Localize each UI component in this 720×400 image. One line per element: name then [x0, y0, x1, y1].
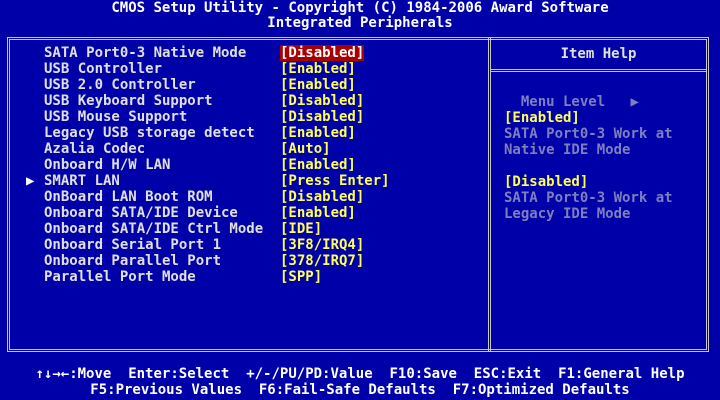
setting-value[interactable]: [Disabled]	[280, 93, 364, 109]
menu-level-line: Menu Level ▶	[504, 78, 639, 110]
setting-row-usb2-controller[interactable]: USB 2.0 Controller [Enabled]	[26, 77, 488, 93]
setting-label: USB Keyboard Support	[44, 93, 213, 109]
setting-value[interactable]: [Enabled]	[280, 125, 356, 141]
help-header-divider	[491, 69, 706, 72]
setting-value[interactable]: [Disabled]	[280, 45, 365, 61]
help-option-disabled-value: [Disabled]	[504, 174, 589, 190]
settings-menu: SATA Port0-3 Native Mode [Disabled] USB …	[26, 45, 488, 285]
setting-label: Legacy USB storage detect	[44, 125, 255, 141]
setting-row-usb-mouse-support[interactable]: USB Mouse Support [Disabled]	[26, 109, 488, 125]
setting-row-parallel-port[interactable]: Onboard Parallel Port [378/IRQ7]	[26, 253, 488, 269]
setting-label: SMART LAN	[44, 173, 120, 189]
setting-label: Onboard Serial Port 1	[44, 237, 222, 253]
menu-level-label: Menu Level	[520, 94, 606, 110]
help-option-enabled-desc-2: Native IDE Mode	[504, 142, 631, 158]
setting-row-sata-ide-ctrl-mode[interactable]: Onboard SATA/IDE Ctrl Mode [IDE]	[26, 221, 488, 237]
setting-value[interactable]: [SPP]	[280, 269, 322, 285]
setting-value[interactable]: [Auto]	[280, 141, 331, 157]
setting-label: USB Mouse Support	[44, 109, 188, 125]
item-help-title: Item Help	[560, 46, 637, 62]
key-help-line-2: F5:Previous Values F6:Fail-Safe Defaults…	[90, 382, 630, 398]
setting-label: Onboard SATA/IDE Device	[44, 205, 238, 221]
setting-value[interactable]: [Disabled]	[280, 109, 364, 125]
setting-row-parallel-port-mode[interactable]: Parallel Port Mode [SPP]	[26, 269, 488, 285]
setting-value[interactable]: [Enabled]	[280, 61, 356, 77]
setting-row-serial-port-1[interactable]: Onboard Serial Port 1 [3F8/IRQ4]	[26, 237, 488, 253]
setting-value[interactable]: [3F8/IRQ4]	[280, 237, 364, 253]
setting-value[interactable]: [IDE]	[280, 221, 322, 237]
menu-level-arrow-icon: ▶	[630, 94, 639, 110]
setting-row-sata-native-mode[interactable]: SATA Port0-3 Native Mode [Disabled]	[26, 45, 488, 61]
setting-label: Onboard Parallel Port	[44, 253, 222, 269]
setting-row-sata-ide-device[interactable]: Onboard SATA/IDE Device [Enabled]	[26, 205, 488, 221]
setting-value[interactable]: [Disabled]	[280, 189, 364, 205]
setting-row-azalia-codec[interactable]: Azalia Codec [Auto]	[26, 141, 488, 157]
setting-value[interactable]: [Enabled]	[280, 205, 356, 221]
setting-label: SATA Port0-3 Native Mode	[44, 45, 247, 61]
help-option-disabled-desc-2: Legacy IDE Mode	[504, 206, 631, 222]
help-option-disabled-desc-1: SATA Port0-3 Work at	[504, 190, 673, 206]
key-help-line-1: ↑↓→←:Move Enter:Select +/-/PU/PD:Value F…	[35, 366, 685, 382]
setting-row-lan-boot-rom[interactable]: OnBoard LAN Boot ROM [Disabled]	[26, 189, 488, 205]
setting-label: USB 2.0 Controller	[44, 77, 196, 93]
setting-value[interactable]: [Press Enter]	[280, 173, 390, 189]
help-option-enabled-value: [Enabled]	[504, 110, 580, 126]
setting-label: Parallel Port Mode	[44, 269, 196, 285]
setting-label: Onboard SATA/IDE Ctrl Mode	[44, 221, 264, 237]
setting-row-usb-keyboard-support[interactable]: USB Keyboard Support [Disabled]	[26, 93, 488, 109]
setting-value[interactable]: [Enabled]	[280, 77, 356, 93]
setting-label: Onboard H/W LAN	[44, 157, 171, 173]
setting-label: USB Controller	[44, 61, 163, 77]
setting-label: OnBoard LAN Boot ROM	[44, 189, 213, 205]
utility-title: CMOS Setup Utility - Copyright (C) 1984-…	[111, 0, 609, 16]
setting-row-legacy-usb-storage[interactable]: Legacy USB storage detect [Enabled]	[26, 125, 488, 141]
setting-row-smart-lan[interactable]: ▶ SMART LAN [Press Enter]	[26, 173, 488, 189]
setting-row-onboard-hw-lan[interactable]: Onboard H/W LAN [Enabled]	[26, 157, 488, 173]
submenu-arrow-icon: ▶	[26, 173, 35, 189]
setting-value[interactable]: [378/IRQ7]	[280, 253, 364, 269]
page-title: Integrated Peripherals	[267, 15, 453, 31]
setting-label: Azalia Codec	[44, 141, 146, 157]
setting-row-usb-controller[interactable]: USB Controller [Enabled]	[26, 61, 488, 77]
vertical-divider	[488, 37, 491, 352]
setting-value[interactable]: [Enabled]	[280, 157, 356, 173]
help-option-enabled-desc-1: SATA Port0-3 Work at	[504, 126, 673, 142]
